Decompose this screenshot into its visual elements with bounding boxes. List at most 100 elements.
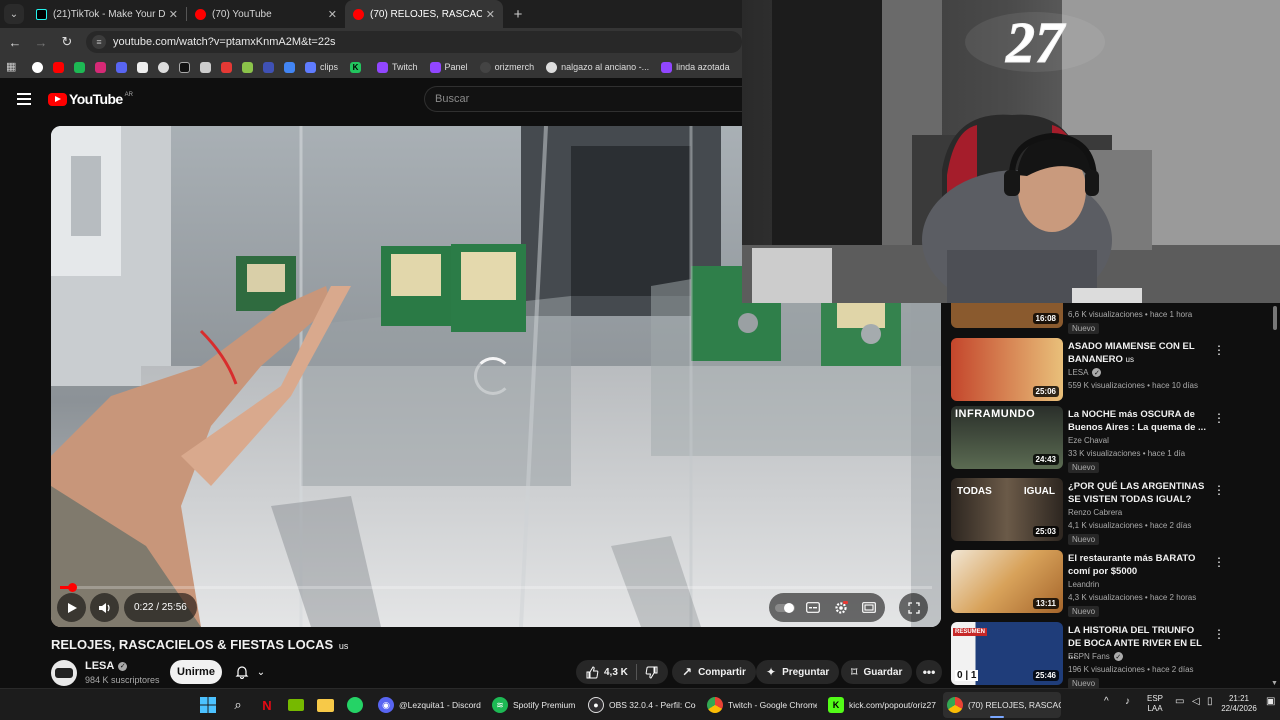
tiktok-bookmark-icon[interactable] <box>179 61 190 73</box>
file-explorer-icon[interactable] <box>315 695 335 715</box>
like-button[interactable]: 4,3 K <box>586 665 628 679</box>
tab-close-icon[interactable]: ✕ <box>486 8 495 21</box>
subtitles-button[interactable] <box>799 593 827 622</box>
taskbar-app-spotify[interactable]: ≋ Spotify Premium <box>488 692 580 718</box>
dislike-button[interactable] <box>645 666 658 679</box>
bookmark-linda-azotada[interactable]: linda azotada <box>661 61 730 73</box>
channel-name[interactable]: LESA ✓ <box>85 660 128 672</box>
recommendation-item[interactable]: RESUMEN 0 | 1 25:46 LA HISTORIA DEL TRIU… <box>951 622 1271 688</box>
video-thumbnail[interactable]: TODAS IGUAL 25:03 <box>951 478 1063 541</box>
taskbar-app-obs[interactable]: ● OBS 32.0.4 - Perfil: Cocii <box>584 692 696 718</box>
settings-button[interactable] <box>827 593 855 622</box>
network-icon[interactable]: ▭ <box>1175 697 1184 707</box>
bookmark-orizmerch[interactable]: orizmerch <box>479 61 534 73</box>
recommendation-item[interactable]: INFRAMUNDO 24:43 La NOCHE más OSCURA de … <box>951 406 1271 473</box>
more-vertical-icon[interactable]: ⋮ <box>1213 343 1225 357</box>
taskbar-app-chrome-youtube[interactable]: (70) RELOJES, RASCACIE <box>943 692 1061 718</box>
speaker-icon[interactable]: ◁ <box>1192 697 1200 707</box>
channel-avatar[interactable] <box>51 660 77 686</box>
address-bar[interactable]: ≡ youtube.com/watch?v=ptamxKnmA2M&t=22s <box>86 31 742 53</box>
nvidia-icon[interactable] <box>286 695 306 715</box>
bookmark-icon[interactable] <box>221 61 232 73</box>
more-vertical-icon[interactable]: ⋮ <box>1213 555 1225 569</box>
new-tab-button[interactable]: + <box>507 6 529 23</box>
bookmark-panel[interactable]: Panel <box>429 61 468 73</box>
recommendation-item[interactable]: 25:06 ASADO MIAMENSE CON EL BANANERO us … <box>951 338 1271 404</box>
bookmark-clips[interactable]: clips <box>305 61 338 73</box>
channel-name[interactable]: Leandrin <box>1068 580 1099 589</box>
bookmark-icon[interactable] <box>200 61 211 73</box>
tab-close-icon[interactable]: ✕ <box>328 8 337 21</box>
forward-arrow-icon[interactable]: → <box>30 31 52 53</box>
join-button[interactable]: Unirme <box>170 660 222 684</box>
tab-youtube-video[interactable]: (70) RELOJES, RASCACIELOS & ✕ <box>345 0 503 28</box>
channel-name[interactable]: Eze Chaval <box>1068 436 1109 445</box>
battery-icon[interactable]: ▯ <box>1207 697 1213 707</box>
whatsapp-icon[interactable] <box>345 695 365 715</box>
instagram-bookmark-icon[interactable] <box>95 61 106 73</box>
progress-bar[interactable] <box>60 583 932 592</box>
scrollbar-thumb[interactable] <box>1273 306 1277 330</box>
share-button[interactable]: ↗ Compartir <box>672 660 756 684</box>
clock[interactable]: 21:21 22/4/2026 <box>1213 694 1265 714</box>
channel-name[interactable]: ESPN Fans ✓ <box>1068 652 1123 661</box>
video-thumbnail[interactable]: RESUMEN 0 | 1 25:46 <box>951 622 1063 685</box>
google-bookmark-icon[interactable] <box>32 61 43 73</box>
menu-icon[interactable] <box>17 93 31 105</box>
recommendation-item[interactable]: 16:08 6,6 K visualizaciones • hace 1 hor… <box>951 303 1271 334</box>
bookmark-icon[interactable] <box>263 61 274 73</box>
microphone-icon[interactable]: ♪ <box>1125 697 1130 707</box>
bookmark-nalgazo[interactable]: nalgazo al anciano -... <box>546 61 649 73</box>
autoplay-toggle[interactable] <box>771 593 799 622</box>
more-vertical-icon[interactable]: ⋮ <box>1213 627 1225 641</box>
more-vertical-icon[interactable]: ⋮ <box>1213 411 1225 425</box>
taskbar-app-chrome-twitch[interactable]: Twitch - Google Chrome <box>703 692 817 718</box>
apps-grid-icon[interactable]: ▦ <box>6 60 20 74</box>
save-button[interactable]: ⌑ Guardar <box>841 660 913 684</box>
more-vertical-icon[interactable]: ⋮ <box>1213 483 1225 497</box>
bookmark-icon[interactable] <box>74 61 85 73</box>
page-scrollbar[interactable]: ▼ <box>1270 303 1279 688</box>
windows-start-icon[interactable] <box>198 695 218 715</box>
youtube-logo[interactable]: YouTube AR <box>48 91 133 107</box>
bookmark-twitch[interactable]: Twitch <box>377 61 418 73</box>
bookmark-kick[interactable]: K <box>350 61 365 73</box>
recommendation-item[interactable]: 13:11 El restaurante más BARATO comí por… <box>951 550 1271 617</box>
video-thumbnail[interactable]: 13:11 <box>951 550 1063 613</box>
video-thumbnail[interactable]: 16:08 <box>951 303 1063 328</box>
search-icon[interactable]: ⌕ <box>228 695 248 715</box>
video-thumbnail[interactable]: INFRAMUNDO 24:43 <box>951 406 1063 469</box>
search-input[interactable]: Buscar <box>424 86 742 112</box>
volume-button[interactable] <box>90 593 119 622</box>
notifications-icon[interactable]: ▣ <box>1266 697 1275 707</box>
tab-close-icon[interactable]: ✕ <box>169 8 178 21</box>
youtube-bookmark-icon[interactable] <box>53 61 64 73</box>
scroll-down-arrow-icon[interactable]: ▼ <box>1271 680 1278 687</box>
reddit-bookmark-icon[interactable] <box>137 61 148 73</box>
back-arrow-icon[interactable]: ← <box>4 31 26 53</box>
tab-youtube-home[interactable]: (70) YouTube ✕ <box>187 0 345 28</box>
play-button[interactable] <box>57 593 86 622</box>
more-actions-button[interactable]: ••• <box>916 660 942 684</box>
channel-name[interactable]: LESA ✓ <box>1068 368 1102 377</box>
ask-button[interactable]: ✦ Preguntar <box>756 660 840 684</box>
site-info-icon[interactable]: ≡ <box>92 35 106 49</box>
recommendation-item[interactable]: TODAS IGUAL 25:03 ¿POR QUÉ LAS ARGENTINA… <box>951 478 1271 545</box>
notification-bell-button[interactable]: ⌄ <box>227 660 273 684</box>
language-indicator[interactable]: ESP LAA <box>1147 694 1163 714</box>
miniplayer-button[interactable] <box>855 593 883 622</box>
taskbar-app-discord[interactable]: ◉ @Lezquita1 - Discord <box>374 692 484 718</box>
video-thumbnail[interactable]: 25:06 <box>951 338 1063 401</box>
taskbar-app-kick[interactable]: K kick.com/popout/oriz27 <box>824 692 938 718</box>
bookmark-icon[interactable] <box>284 61 295 73</box>
bookmark-icon[interactable] <box>158 61 169 73</box>
bookmark-icon[interactable] <box>242 61 253 73</box>
discord-bookmark-icon[interactable] <box>116 61 127 73</box>
reload-icon[interactable]: ↻ <box>56 31 78 53</box>
netflix-icon[interactable]: N <box>257 695 277 715</box>
tab-tiktok[interactable]: (21)TikTok - Make Your Day ✕ <box>28 0 186 28</box>
channel-name[interactable]: Renzo Cabrera <box>1068 508 1122 517</box>
fullscreen-button[interactable] <box>899 593 928 622</box>
tab-search-icon[interactable]: ⌄ <box>4 4 24 24</box>
tray-overflow-chevron-icon[interactable]: ^ <box>1104 697 1109 707</box>
